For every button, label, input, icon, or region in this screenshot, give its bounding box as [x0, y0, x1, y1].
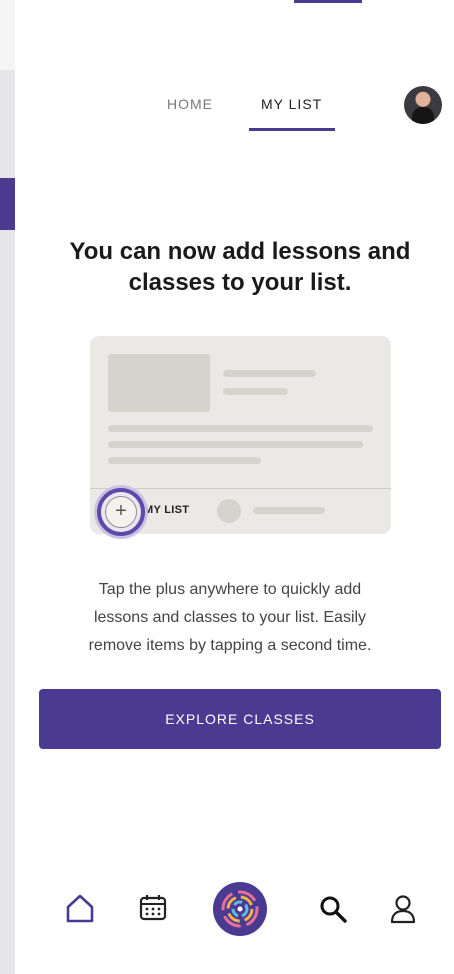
- page-title: You can now add lessons and classes to y…: [69, 238, 411, 296]
- top-accent-bar: [294, 0, 362, 3]
- left-background-strip: [0, 0, 15, 974]
- home-icon[interactable]: [64, 892, 96, 929]
- profile-icon[interactable]: [388, 893, 418, 930]
- illustration-line: [108, 425, 373, 432]
- description-text: Tap the plus anywhere to quickly add les…: [88, 581, 372, 654]
- add-to-list-plus-icon: +: [97, 488, 145, 536]
- illustration-my-list-label: MY LIST: [144, 504, 190, 516]
- left-accent-tab: [0, 178, 15, 230]
- illustration-dot: [217, 499, 241, 523]
- calendar-icon[interactable]: [138, 893, 168, 928]
- tab-my-list[interactable]: MY LIST: [261, 96, 322, 112]
- search-icon[interactable]: [318, 894, 348, 929]
- tab-home[interactable]: HOME: [167, 96, 213, 112]
- illustration-divider: [90, 488, 391, 489]
- left-strip-top: [0, 0, 15, 70]
- illustration-line: [108, 457, 261, 464]
- illustration-line: [223, 388, 288, 395]
- plus-circle: +: [105, 496, 137, 528]
- app-logo-icon[interactable]: [213, 882, 267, 936]
- explore-classes-button[interactable]: EXPLORE CLASSES: [39, 689, 441, 749]
- illustration-line: [223, 370, 316, 377]
- illustration-thumbnail: [108, 354, 210, 412]
- plus-glyph: +: [115, 500, 127, 522]
- illustration-line: [253, 507, 325, 514]
- avatar[interactable]: [404, 86, 442, 124]
- active-tab-indicator: [249, 128, 335, 131]
- illustration-line: [108, 441, 363, 448]
